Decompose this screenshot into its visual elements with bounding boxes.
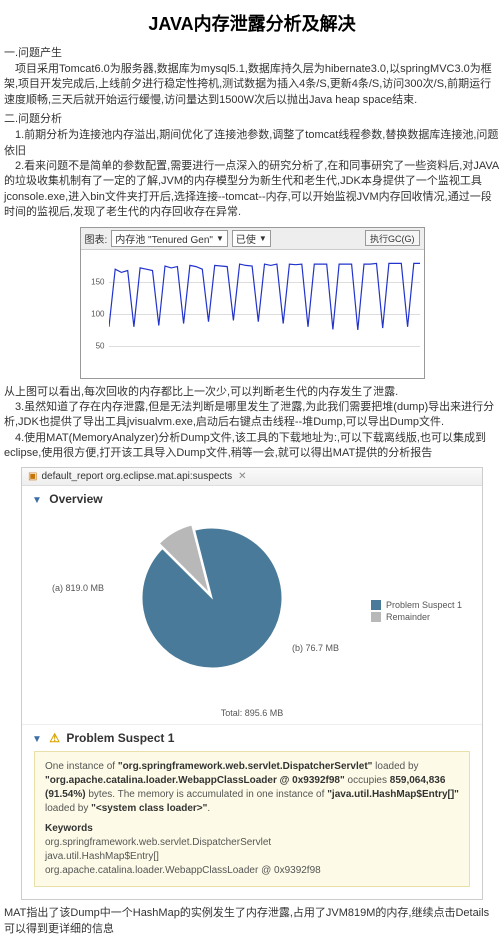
y-tick-50: 50: [83, 341, 105, 350]
section-1-heading: 一.问题产生: [4, 44, 500, 60]
pie-chart-svg: [132, 518, 292, 678]
section-2-heading: 二.问题分析: [4, 110, 500, 126]
pie-label-b: (b) 76.7 MB: [292, 643, 339, 653]
collapse-icon: ▼: [32, 495, 42, 506]
toolbar-label: 图表:: [85, 231, 108, 246]
overview-section[interactable]: ▼ Overview: [22, 486, 482, 508]
jconsole-chart: 图表: 内存池 "Tenured Gen" ▼ 已使 ▼ 执行GC(G) 150…: [80, 227, 425, 379]
chevron-down-icon: ▼: [216, 234, 224, 243]
warning-icon: ⚠: [49, 731, 60, 745]
paragraph-1: 项目采用Tomcat6.0为服务器,数据库为mysql5.1,数据库持久层为hi…: [4, 62, 500, 108]
keyword-3: org.apache.catalina.loader.WebappClassLo…: [45, 864, 459, 878]
pie-chart-area: (a) 819.0 MB (b) 76.7 MB Problem Suspect…: [22, 508, 482, 708]
keywords-heading: Keywords: [45, 822, 459, 836]
keyword-2: java.util.HashMap$Entry[]: [45, 850, 459, 864]
paragraph-5: 3.虽然知道了存在内存泄露,但是无法判断是哪里发生了泄露,为此我们需要把堆(du…: [4, 400, 500, 431]
y-tick-100: 100: [83, 309, 105, 318]
collapse-icon: ▼: [32, 734, 42, 745]
line-chart-area: 150 100 50: [81, 250, 424, 378]
page-title: JAVA内存泄露分析及解决: [0, 10, 504, 36]
gc-button[interactable]: 执行GC(G): [365, 230, 420, 246]
time-range-dropdown[interactable]: 已使 ▼: [232, 230, 271, 247]
paragraph-6: 4.使用MAT(MemoryAnalyzer)分析Dump文件,该工具的下载地址…: [4, 431, 500, 462]
mat-tab-label[interactable]: default_report org.eclipse.mat.api:suspe…: [41, 471, 232, 482]
mat-tab-bar: ▣ default_report org.eclipse.mat.api:sus…: [22, 468, 482, 486]
overview-label: Overview: [49, 492, 102, 506]
mat-report: ▣ default_report org.eclipse.mat.api:sus…: [21, 467, 483, 900]
memory-pool-dropdown[interactable]: 内存池 "Tenured Gen" ▼: [111, 230, 228, 247]
paragraph-4: 从上图可以看出,每次回收的内存都比上一次少,可以判断老生代的内存发生了泄露.: [4, 385, 500, 400]
pie-label-a: (a) 819.0 MB: [52, 583, 104, 593]
keyword-1: org.springframework.web.servlet.Dispatch…: [45, 836, 459, 850]
report-icon: ▣: [28, 471, 37, 482]
line-chart-svg: [109, 250, 420, 378]
pie-legend: Problem Suspect 1 Remainder: [371, 598, 462, 624]
paragraph-7: MAT指出了该Dump中一个HashMap的实例发生了内存泄露,占用了JVM81…: [4, 906, 500, 937]
problem-suspect-section[interactable]: ▼ ⚠ Problem Suspect 1: [22, 724, 482, 751]
dropdown-value: 已使: [236, 231, 256, 246]
y-tick-150: 150: [83, 277, 105, 286]
legend-label-1: Problem Suspect 1: [386, 600, 462, 610]
legend-swatch-2: [371, 612, 381, 622]
problem-suspect-label: Problem Suspect 1: [66, 731, 174, 745]
problem-suspect-detail: One instance of "org.springframework.web…: [34, 751, 470, 887]
pie-total: Total: 895.6 MB: [22, 708, 482, 724]
legend-label-2: Remainder: [386, 612, 430, 622]
chart-toolbar: 图表: 内存池 "Tenured Gen" ▼ 已使 ▼ 执行GC(G): [81, 228, 424, 250]
close-icon[interactable]: ✕: [238, 471, 246, 482]
chevron-down-icon: ▼: [259, 234, 267, 243]
dropdown-value: 内存池 "Tenured Gen": [115, 231, 213, 246]
paragraph-2: 1.前期分析为连接池内存溢出,期间优化了连接池参数,调整了tomcat线程参数,…: [4, 128, 500, 159]
legend-swatch-1: [371, 600, 381, 610]
paragraph-3: 2.看来问题不是简单的参数配置,需要进行一点深入的研究分析了,在和同事研究了一些…: [4, 159, 500, 221]
